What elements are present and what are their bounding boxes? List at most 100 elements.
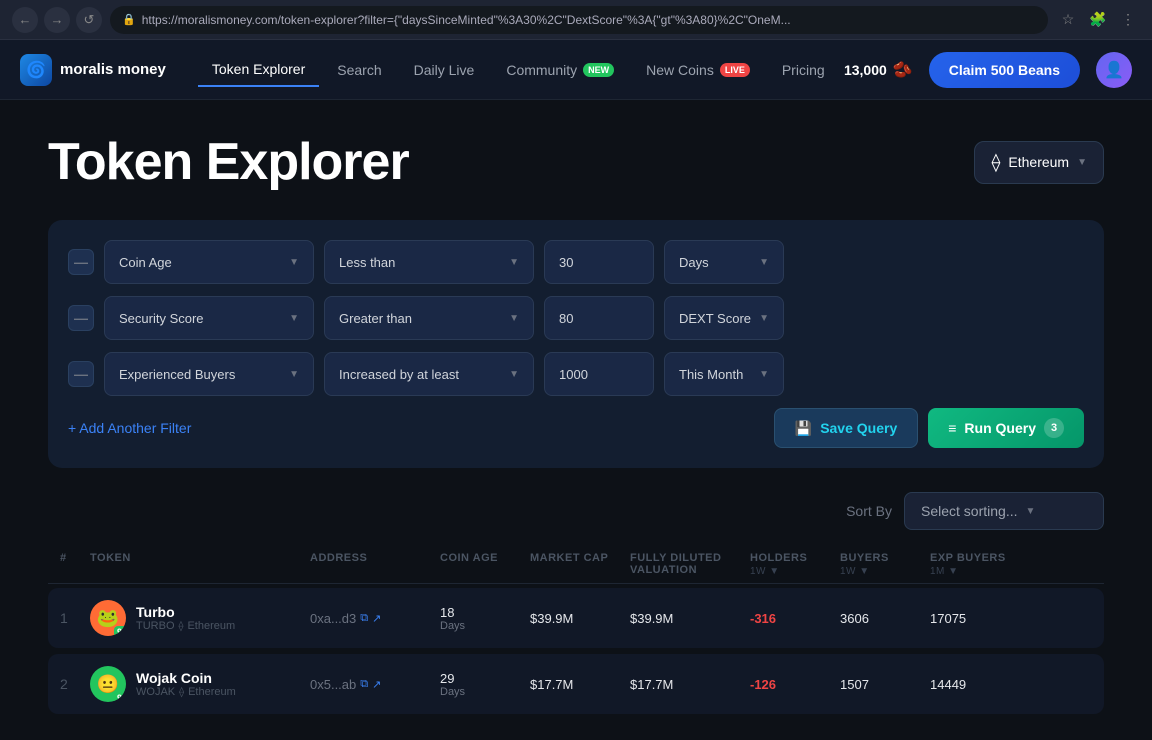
new-coins-badge: LIVE xyxy=(720,63,750,77)
back-button[interactable]: ← xyxy=(12,7,38,33)
filter-panel: — Coin Age ▼ Less than ▼ 30 Days ▼ — Sec… xyxy=(48,220,1104,468)
filter-row-1: — Coin Age ▼ Less than ▼ 30 Days ▼ xyxy=(68,240,1084,284)
sort-chevron-icon: ▼ xyxy=(1026,506,1036,517)
condition-chevron-icon-1: ▼ xyxy=(509,257,519,268)
forward-button[interactable]: → xyxy=(44,7,70,33)
coin-age-2: 29 Days xyxy=(440,671,530,698)
token-details-2: Wojak Coin WOJAK ⟠ Ethereum xyxy=(136,670,236,698)
filter-unit-2[interactable]: DEXT Score ▼ xyxy=(664,296,784,340)
claim-button[interactable]: Claim 500 Beans xyxy=(929,52,1080,88)
token-avatar-2: 😐 99 xyxy=(90,666,126,702)
filter-field-2[interactable]: Security Score ▼ xyxy=(104,296,314,340)
filter-field-1[interactable]: Coin Age ▼ xyxy=(104,240,314,284)
market-cap-1: $39.9M xyxy=(530,611,630,626)
tokens-table: # TOKEN ADDRESS COIN AGE MARKET CAP FULL… xyxy=(48,546,1104,714)
remove-filter-1[interactable]: — xyxy=(68,249,94,275)
filter-row-2: — Security Score ▼ Greater than ▼ 80 DEX… xyxy=(68,296,1084,340)
chain-label: Ethereum xyxy=(1008,154,1069,170)
copy-icon-1[interactable]: ⧉ xyxy=(360,612,368,625)
fdv-2: $17.7M xyxy=(630,677,750,692)
save-query-button[interactable]: 💾 Save Query xyxy=(774,408,919,448)
filter-condition-3[interactable]: Increased by at least ▼ xyxy=(324,352,534,396)
condition-chevron-icon-2: ▼ xyxy=(509,313,519,324)
nav-token-explorer[interactable]: Token Explorer xyxy=(198,53,319,87)
browser-bar: ← → ↺ 🔒 https://moralismoney.com/token-e… xyxy=(0,0,1152,40)
chain-selector[interactable]: ⟠ Ethereum ▼ xyxy=(974,141,1104,184)
page-title: Token Explorer xyxy=(48,132,409,192)
browser-actions: ☆ 🧩 ⋮ xyxy=(1056,8,1140,32)
logo[interactable]: 🌀 moralis money xyxy=(20,54,166,86)
query-count: 3 xyxy=(1044,418,1064,438)
run-icon: ≡ xyxy=(948,420,956,436)
community-badge: NEW xyxy=(583,63,614,77)
remove-filter-2[interactable]: — xyxy=(68,305,94,331)
holders-1: -316 xyxy=(750,611,840,626)
extensions-button[interactable]: 🧩 xyxy=(1086,8,1110,32)
beans-number: 13,000 xyxy=(844,62,887,78)
th-token: TOKEN xyxy=(90,552,310,577)
filter-field-3[interactable]: Experienced Buyers ▼ xyxy=(104,352,314,396)
sort-label: Sort By xyxy=(846,503,892,519)
copy-icon-2[interactable]: ⧉ xyxy=(360,678,368,691)
nav-community[interactable]: Community NEW xyxy=(492,54,628,86)
th-exp-buyers: EXP BUYERS 1M ▼ xyxy=(930,552,1030,577)
menu-button[interactable]: ⋮ xyxy=(1116,8,1140,32)
th-address: ADDRESS xyxy=(310,552,440,577)
buyers-1: 3606 xyxy=(840,611,930,626)
table-row[interactable]: 1 🐸 99 Turbo TURBO ⟠ Ethereum 0xa...d3 xyxy=(48,588,1104,648)
filter-row-3: — Experienced Buyers ▼ Increased by at l… xyxy=(68,352,1084,396)
save-icon: 💾 xyxy=(795,420,812,437)
token-name-2: Wojak Coin xyxy=(136,670,236,686)
filter-value-2[interactable]: 80 xyxy=(544,296,654,340)
unit-chevron-icon-2: ▼ xyxy=(759,313,769,324)
th-rank: # xyxy=(60,552,90,577)
field-chevron-icon-2: ▼ xyxy=(289,313,299,324)
filter-value-3[interactable]: 1000 xyxy=(544,352,654,396)
chain-dot-1: ⟠ xyxy=(179,621,184,632)
add-filter-button[interactable]: + Add Another Filter xyxy=(68,420,191,436)
nav-right: 13,000 🫘 Claim 500 Beans 👤 xyxy=(844,52,1132,88)
page-header: Token Explorer ⟠ Ethereum ▼ xyxy=(48,132,1104,192)
fdv-1: $39.9M xyxy=(630,611,750,626)
exp-buyers-1: 17075 xyxy=(930,611,1030,626)
market-cap-2: $17.7M xyxy=(530,677,630,692)
logo-text: moralis money xyxy=(60,61,166,78)
refresh-button[interactable]: ↺ xyxy=(76,7,102,33)
filter-condition-1[interactable]: Less than ▼ xyxy=(324,240,534,284)
remove-filter-3[interactable]: — xyxy=(68,361,94,387)
nav-links: Token Explorer Search Daily Live Communi… xyxy=(198,53,844,87)
nav-new-coins[interactable]: New Coins LIVE xyxy=(632,54,764,86)
external-link-icon-2[interactable]: ↗ xyxy=(372,678,381,691)
bean-icon: 🫘 xyxy=(893,60,913,80)
token-address-2: 0x5...ab ⧉ ↗ xyxy=(310,677,440,692)
sort-bar: Sort By Select sorting... ▼ xyxy=(48,492,1104,530)
eth-icon: ⟠ xyxy=(991,152,1000,173)
external-link-icon-1[interactable]: ↗ xyxy=(372,612,381,625)
filter-unit-1[interactable]: Days ▼ xyxy=(664,240,784,284)
th-holders: HOLDERS 1W ▼ xyxy=(750,552,840,577)
condition-chevron-icon-3: ▼ xyxy=(509,369,519,380)
table-row[interactable]: 2 😐 99 Wojak Coin WOJAK ⟠ Ethereum 0x5..… xyxy=(48,654,1104,714)
sort-select[interactable]: Select sorting... ▼ xyxy=(904,492,1104,530)
filter-actions: + Add Another Filter 💾 Save Query ≡ Run … xyxy=(68,408,1084,448)
main-content: Token Explorer ⟠ Ethereum ▼ — Coin Age ▼… xyxy=(0,100,1152,740)
holders-2: -126 xyxy=(750,677,840,692)
th-buyers: BUYERS 1W ▼ xyxy=(840,552,930,577)
token-sub-2: WOJAK ⟠ Ethereum xyxy=(136,686,236,698)
filter-value-1[interactable]: 30 xyxy=(544,240,654,284)
beans-count: 13,000 🫘 xyxy=(844,60,913,80)
token-score-2: 99 xyxy=(114,692,126,702)
nav-daily-live[interactable]: Daily Live xyxy=(400,54,489,86)
nav-pricing[interactable]: Pricing xyxy=(768,54,839,86)
nav-search[interactable]: Search xyxy=(323,54,395,86)
token-sub-1: TURBO ⟠ Ethereum xyxy=(136,620,235,632)
user-avatar[interactable]: 👤 xyxy=(1096,52,1132,88)
filter-unit-3[interactable]: This Month ▼ xyxy=(664,352,784,396)
run-query-button[interactable]: ≡ Run Query 3 xyxy=(928,408,1084,448)
address-bar[interactable]: 🔒 https://moralismoney.com/token-explore… xyxy=(110,6,1048,34)
bookmark-button[interactable]: ☆ xyxy=(1056,8,1080,32)
top-nav: 🌀 moralis money Token Explorer Search Da… xyxy=(0,40,1152,100)
th-market-cap: MARKET CAP xyxy=(530,552,630,577)
coin-age-1: 18 Days xyxy=(440,605,530,632)
filter-condition-2[interactable]: Greater than ▼ xyxy=(324,296,534,340)
